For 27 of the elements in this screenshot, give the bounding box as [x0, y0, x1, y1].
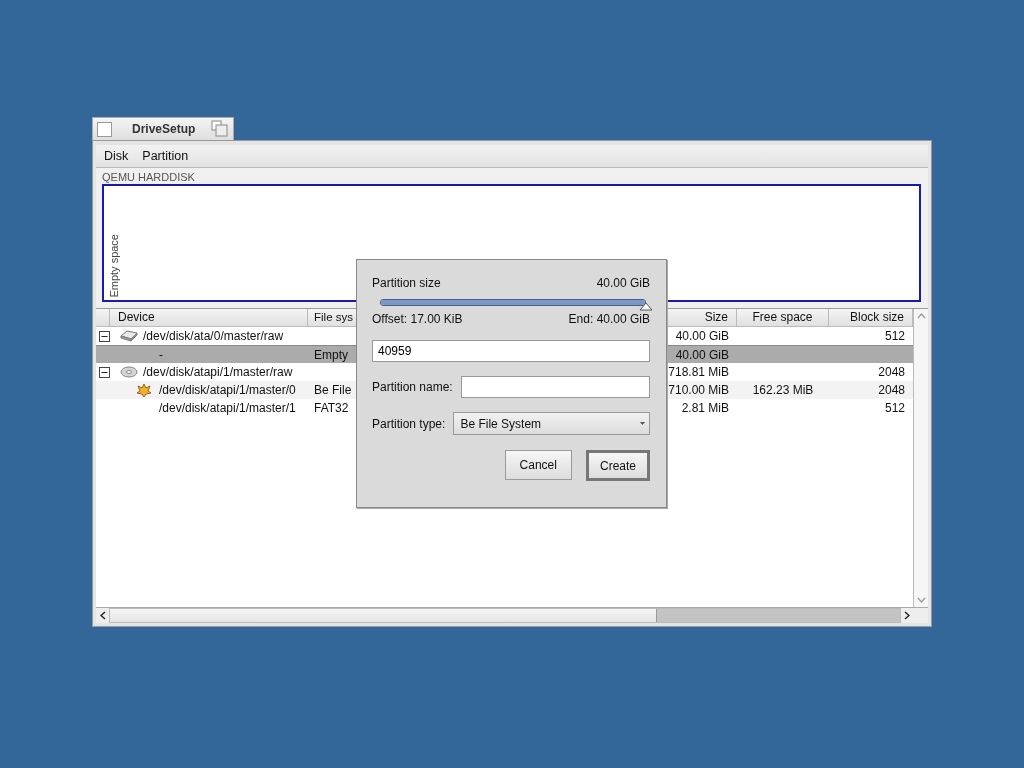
table-cell: 40.00 GiB [675, 329, 729, 343]
name-label: Partition name: [372, 380, 453, 394]
device-path: - [159, 347, 163, 362]
table-cell: 2.81 MiB [681, 401, 729, 415]
table-cell: 40.00 GiB [675, 347, 729, 362]
table-cell: FAT32 [314, 401, 349, 415]
size-value: 40.00 GiB [596, 276, 650, 290]
device-path: /dev/disk/atapi/1/master/raw [143, 365, 293, 379]
disk-label: QEMU HARDDISK [102, 170, 196, 184]
size-label: Partition size [372, 276, 441, 290]
table-cell: Empty [314, 347, 348, 362]
device-path: /dev/disk/atapi/1/master/0 [159, 383, 296, 397]
type-label: Partition type: [372, 416, 446, 431]
segment-label: Empty space [108, 234, 120, 298]
window-title: DriveSetup [132, 122, 196, 136]
table-cell: 2048 [878, 365, 905, 379]
table-cell: Be File [314, 383, 352, 397]
table-cell: 162.23 MiB [752, 383, 814, 397]
table-cell: 2048 [878, 383, 905, 397]
table-cell: 710.00 MiB [668, 383, 729, 397]
table-cell: 512 [884, 329, 905, 343]
end-text: End: 40.00 GiB [568, 312, 650, 326]
device-path: /dev/disk/atapi/1/master/1 [159, 401, 296, 415]
table-cell: 718.81 MiB [668, 365, 729, 379]
device-path: /dev/disk/ata/0/master/raw [143, 329, 284, 343]
offset-text: Offset: 17.00 KiB [372, 312, 463, 326]
table-cell: 512 [884, 401, 905, 415]
